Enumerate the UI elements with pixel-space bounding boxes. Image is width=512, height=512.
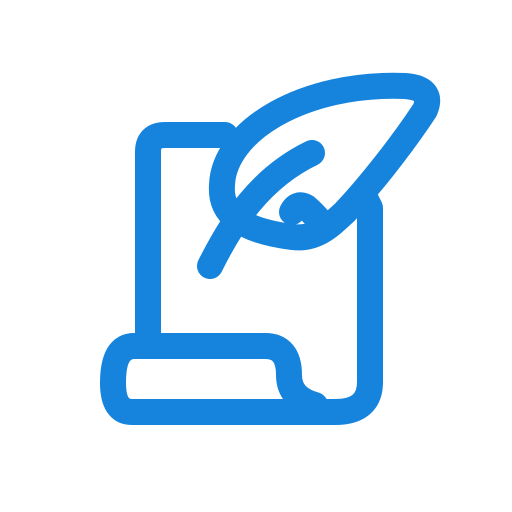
quill-icon (197, 72, 441, 279)
scroll-icon (100, 122, 383, 425)
scroll-with-quill-icon (100, 72, 441, 425)
icon-canvas (0, 0, 512, 512)
quill-notch (279, 192, 331, 232)
